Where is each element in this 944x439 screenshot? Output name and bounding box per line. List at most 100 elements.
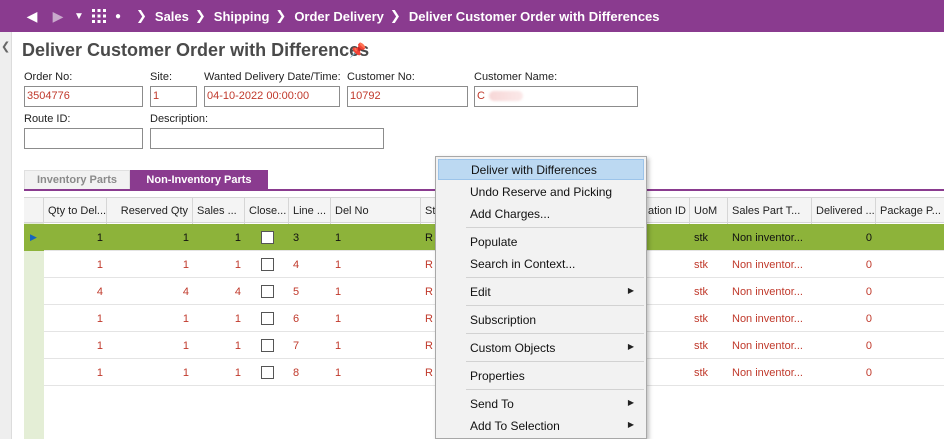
cell-qty-to-deliver[interactable]: 1	[44, 332, 107, 359]
cell-uom[interactable]: stk	[690, 224, 728, 251]
cell-sales-qty[interactable]: 1	[193, 359, 245, 386]
cell-reserved-qty[interactable]: 1	[107, 359, 193, 386]
tab-inventory-parts[interactable]: Inventory Parts	[24, 170, 130, 189]
cell-sales-qty[interactable]: 1	[193, 332, 245, 359]
cell-uom[interactable]: stk	[690, 359, 728, 386]
cell-sales-qty[interactable]: 1	[193, 305, 245, 332]
closed-checkbox[interactable]	[261, 312, 274, 325]
cell-uom[interactable]: stk	[690, 332, 728, 359]
cell-sales-part-type[interactable]: Non inventor...	[728, 305, 812, 332]
cell-qty-to-deliver[interactable]: 4	[44, 278, 107, 305]
column-header-del-no[interactable]: Del No	[331, 198, 421, 224]
cell-line-no[interactable]: 3	[289, 224, 331, 251]
column-header-package-part[interactable]: Package P...	[876, 198, 944, 224]
collapse-chevron-icon[interactable]: ❮	[1, 40, 10, 53]
cell-reserved-qty[interactable]: 1	[107, 251, 193, 278]
menu-item-deliver-with-differences[interactable]: Deliver with Differences	[438, 159, 644, 180]
cell-sales-part-type[interactable]: Non inventor...	[728, 332, 812, 359]
cell-qty-to-deliver[interactable]: 1	[44, 305, 107, 332]
cell-delivered-qty[interactable]: 0	[812, 305, 876, 332]
history-dropdown-icon[interactable]: ▼	[70, 0, 88, 32]
tab-non-inventory-parts[interactable]: Non-Inventory Parts	[130, 170, 268, 189]
cell-line-no[interactable]: 7	[289, 332, 331, 359]
menu-item-send-to[interactable]: Send To ▶	[438, 393, 644, 414]
cell-reserved-qty[interactable]: 4	[107, 278, 193, 305]
column-header-reserved-qty[interactable]: Reserved Qty	[107, 198, 193, 224]
breadcrumb-sales[interactable]: Sales	[155, 9, 189, 24]
cell-sales-part-type[interactable]: Non inventor...	[728, 359, 812, 386]
menu-item-populate[interactable]: Populate	[438, 231, 644, 252]
apps-grid-icon[interactable]	[88, 0, 110, 32]
row-selector[interactable]: ▶	[24, 224, 44, 251]
customer-name-field[interactable]: C	[474, 86, 638, 107]
cell-sales-qty[interactable]: 1	[193, 251, 245, 278]
menu-item-undo-reserve-and-picking[interactable]: Undo Reserve and Picking	[438, 181, 644, 202]
cell-uom[interactable]: stk	[690, 305, 728, 332]
menu-item-custom-objects[interactable]: Custom Objects ▶	[438, 337, 644, 358]
cell-line-no[interactable]: 4	[289, 251, 331, 278]
cell-sales-part-type[interactable]: Non inventor...	[728, 251, 812, 278]
breadcrumb-order-delivery[interactable]: Order Delivery	[294, 9, 384, 24]
customer-no-field[interactable]: 10792	[347, 86, 468, 107]
home-dot-icon[interactable]: ●	[110, 0, 126, 32]
back-arrow-icon[interactable]: ◀	[18, 0, 46, 32]
cell-uom[interactable]: stk	[690, 278, 728, 305]
cell-del-no[interactable]: 1	[331, 278, 421, 305]
cell-sales-qty[interactable]: 1	[193, 224, 245, 251]
route-id-field[interactable]	[24, 128, 143, 149]
cell-sales-part-type[interactable]: Non inventor...	[728, 278, 812, 305]
row-selector[interactable]	[24, 278, 44, 305]
row-selector[interactable]	[24, 251, 44, 278]
cell-del-no[interactable]: 1	[331, 359, 421, 386]
wanted-date-field[interactable]: 04-10-2022 00:00:00	[204, 86, 340, 107]
closed-checkbox[interactable]	[261, 258, 274, 271]
description-field[interactable]	[150, 128, 384, 149]
column-header-uom[interactable]: UoM	[690, 198, 728, 224]
column-header-closed[interactable]: Close...	[245, 198, 289, 224]
cell-del-no[interactable]: 1	[331, 224, 421, 251]
cell-delivered-qty[interactable]: 0	[812, 278, 876, 305]
cell-del-no[interactable]: 1	[331, 332, 421, 359]
cell-reserved-qty[interactable]: 1	[107, 224, 193, 251]
cell-delivered-qty[interactable]: 0	[812, 332, 876, 359]
cell-delivered-qty[interactable]: 0	[812, 359, 876, 386]
cell-line-no[interactable]: 6	[289, 305, 331, 332]
menu-item-subscription[interactable]: Subscription	[438, 309, 644, 330]
cell-uom[interactable]: stk	[690, 251, 728, 278]
breadcrumb-shipping[interactable]: Shipping	[214, 9, 270, 24]
column-header-delivered-qty[interactable]: Delivered ...	[812, 198, 876, 224]
row-selector[interactable]	[24, 359, 44, 386]
menu-item-add-to-selection[interactable]: Add To Selection ▶	[438, 415, 644, 436]
cell-del-no[interactable]: 1	[331, 251, 421, 278]
cell-sales-qty[interactable]: 4	[193, 278, 245, 305]
column-header-sales-part-type[interactable]: Sales Part T...	[728, 198, 812, 224]
closed-checkbox[interactable]	[261, 366, 274, 379]
cell-delivered-qty[interactable]: 0	[812, 224, 876, 251]
pin-icon[interactable]: 📌	[349, 42, 366, 59]
column-header-qty-to-deliver[interactable]: Qty to Del...	[44, 198, 107, 224]
column-header-sales-qty[interactable]: Sales ...	[193, 198, 245, 224]
cell-qty-to-deliver[interactable]: 1	[44, 224, 107, 251]
column-header-location-id[interactable]: ation ID	[646, 198, 690, 224]
menu-item-search-in-context[interactable]: Search in Context...	[438, 253, 644, 274]
column-header-line-no[interactable]: Line ...	[289, 198, 331, 224]
forward-arrow-icon[interactable]: ▶	[46, 0, 70, 32]
menu-item-add-charges[interactable]: Add Charges...	[438, 203, 644, 224]
cell-qty-to-deliver[interactable]: 1	[44, 359, 107, 386]
menu-item-properties[interactable]: Properties	[438, 365, 644, 386]
cell-sales-part-type[interactable]: Non inventor...	[728, 224, 812, 251]
cell-delivered-qty[interactable]: 0	[812, 251, 876, 278]
closed-checkbox[interactable]	[261, 339, 274, 352]
row-selector[interactable]	[24, 305, 44, 332]
order-no-field[interactable]: 3504776	[24, 86, 143, 107]
menu-item-edit[interactable]: Edit ▶	[438, 281, 644, 302]
closed-checkbox[interactable]	[261, 231, 274, 244]
cell-line-no[interactable]: 5	[289, 278, 331, 305]
cell-line-no[interactable]: 8	[289, 359, 331, 386]
cell-reserved-qty[interactable]: 1	[107, 305, 193, 332]
cell-qty-to-deliver[interactable]: 1	[44, 251, 107, 278]
closed-checkbox[interactable]	[261, 285, 274, 298]
row-selector[interactable]	[24, 332, 44, 359]
site-field[interactable]: 1	[150, 86, 197, 107]
cell-del-no[interactable]: 1	[331, 305, 421, 332]
